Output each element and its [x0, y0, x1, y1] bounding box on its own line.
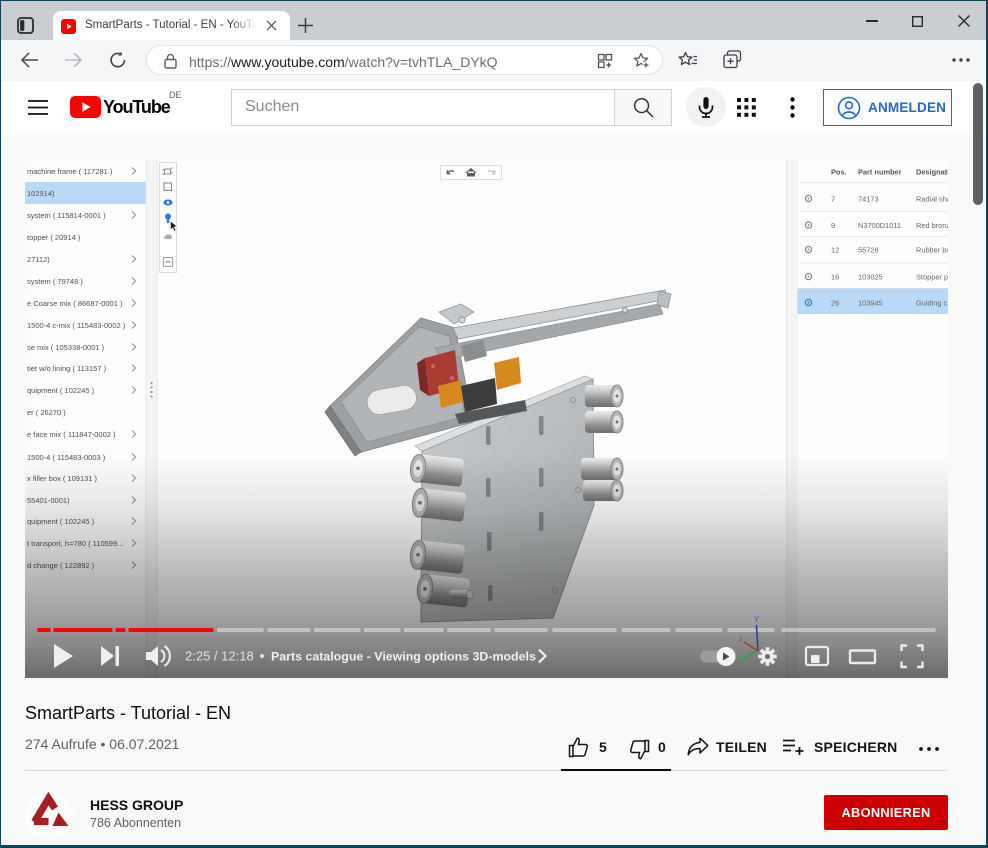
svg-text:se mix ( 105338-0001 ): se mix ( 105338-0001 )	[27, 343, 105, 352]
svg-text:27112): 27112)	[27, 255, 50, 264]
svg-text:machine frame ( 117281 ): machine frame ( 117281 )	[27, 167, 113, 176]
svg-text:1500-4 c-mix ( 115483-0002 ): 1500-4 c-mix ( 115483-0002 )	[27, 321, 126, 330]
svg-text:55726: 55726	[858, 246, 879, 255]
svg-text:102914): 102914)	[27, 189, 55, 198]
svg-text:Y: Y	[754, 615, 760, 624]
svg-text:Radial sha: Radial sha	[916, 195, 948, 204]
svg-text:Parts catalogue - Viewing opti: Parts catalogue - Viewing options 3D-mod…	[271, 650, 536, 664]
svg-text:e face mix ( 111847-0002 ): e face mix ( 111847-0002 )	[27, 430, 116, 439]
svg-text:z: z	[739, 636, 743, 643]
svg-text:26: 26	[831, 299, 839, 308]
svg-text:Pos.: Pos.	[831, 168, 847, 177]
svg-text:2:25 / 12:18: 2:25 / 12:18	[185, 649, 254, 664]
svg-text:system ( 115814-0001 ): system ( 115814-0001 )	[27, 211, 106, 220]
svg-text:16: 16	[831, 273, 839, 282]
svg-text:103945: 103945	[858, 299, 883, 308]
svg-text:Red bronz: Red bronz	[916, 221, 948, 230]
svg-text:Guiding c: Guiding c	[916, 299, 948, 308]
svg-text:12: 12	[831, 246, 839, 255]
svg-text:Designatio: Designatio	[916, 168, 948, 177]
svg-text:9: 9	[831, 221, 835, 230]
svg-text:74173: 74173	[858, 195, 879, 204]
svg-text:N3700D1011: N3700D1011	[858, 221, 901, 230]
svg-text:Rubber bu: Rubber bu	[916, 246, 948, 255]
svg-text:topper ( 20914 ): topper ( 20914 )	[27, 233, 81, 242]
svg-text:quipment ( 102245 ): quipment ( 102245 )	[27, 386, 95, 395]
svg-text:7: 7	[831, 195, 835, 204]
svg-text:103025: 103025	[858, 273, 883, 282]
svg-text:Stopper p: Stopper p	[916, 273, 948, 282]
svg-text:tiet w/o lining ( 113157 ): tiet w/o lining ( 113157 )	[27, 364, 107, 373]
svg-text:e Coarse mix ( 86687-0001 ): e Coarse mix ( 86687-0001 )	[27, 299, 123, 308]
svg-text:system ( 79748 ): system ( 79748 )	[27, 277, 83, 286]
svg-text:Part number: Part number	[858, 168, 902, 177]
svg-text:er ( 26270 ): er ( 26270 )	[27, 408, 66, 417]
